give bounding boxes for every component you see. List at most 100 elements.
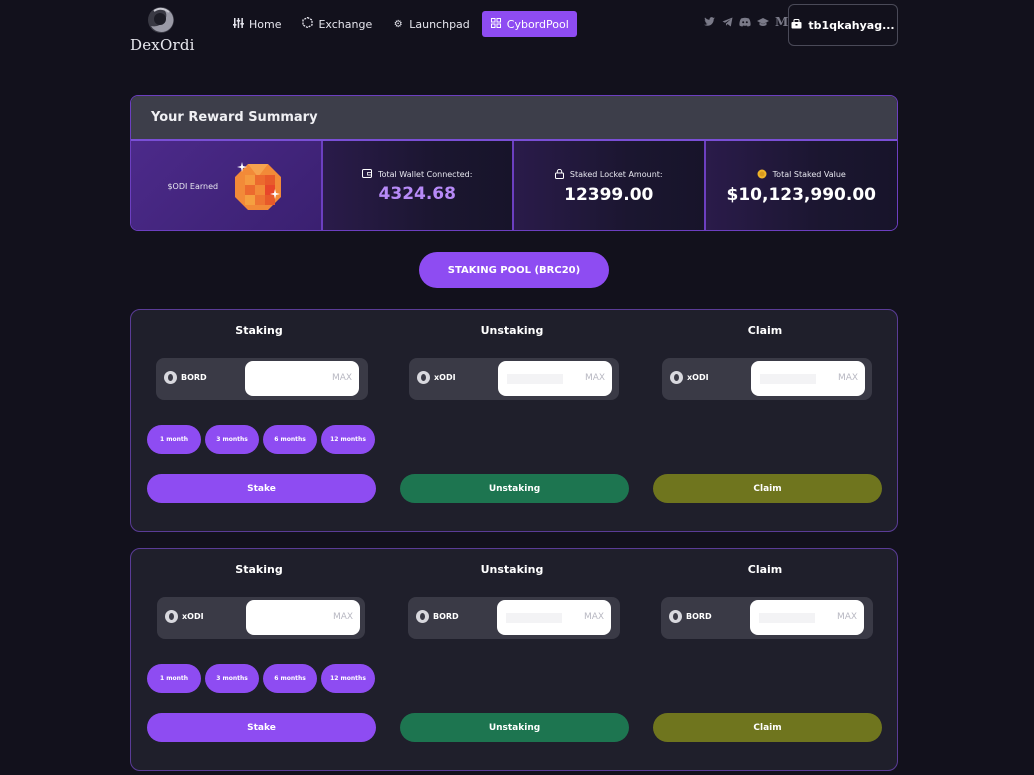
- token-selector[interactable]: BORD: [164, 371, 207, 384]
- claim-column: Claim BORD MAX Claim: [637, 549, 893, 772]
- duration-options: 1 month 3 months 6 months 12 months: [147, 425, 375, 454]
- twitter-icon[interactable]: [703, 17, 715, 30]
- social-links: M: [703, 15, 788, 30]
- staking-column: Staking xODI MAX 1 month 3 months 6 mont…: [131, 549, 387, 772]
- staked-locket-value: 12399.00: [564, 184, 654, 205]
- input-highlight: [760, 374, 816, 384]
- duration-12-months[interactable]: 12 months: [321, 425, 375, 454]
- max-button[interactable]: MAX: [838, 373, 858, 383]
- staked-locket-cell: Staked Locket Amount: 12399.00: [514, 141, 706, 230]
- telegram-icon[interactable]: [721, 17, 733, 30]
- reward-summary: Your Reward Summary $ODI Earned Total Wa…: [130, 95, 898, 231]
- logo[interactable]: DexOrdi: [130, 4, 195, 56]
- duration-6-months[interactable]: 6 months: [263, 664, 317, 693]
- odi-earned-label: $ODI Earned: [167, 182, 219, 191]
- staked-value-row: Total Staked Value: [757, 169, 846, 181]
- token-selector[interactable]: BORD: [416, 610, 459, 623]
- token-name: BORD: [433, 612, 459, 621]
- column-title: Claim: [747, 324, 783, 337]
- token-name: xODI: [687, 373, 709, 382]
- graduation-icon[interactable]: [757, 17, 769, 30]
- duration-1-month[interactable]: 1 month: [147, 664, 201, 693]
- stake-button[interactable]: Stake: [147, 713, 376, 742]
- staked-value-label: Total Staked Value: [772, 170, 846, 179]
- max-button[interactable]: MAX: [837, 612, 857, 622]
- nav-label: Exchange: [318, 17, 373, 31]
- unstaking-column: Unstaking BORD MAX Unstaking: [384, 549, 640, 772]
- unstaking-button[interactable]: Unstaking: [400, 713, 629, 742]
- duration-3-months[interactable]: 3 months: [205, 664, 259, 693]
- unstake-input-box: BORD MAX: [408, 597, 620, 639]
- token-name: xODI: [182, 612, 204, 621]
- nav-launchpad[interactable]: ⚙ Launchpad: [384, 11, 478, 37]
- wallet-connected-cell: Total Wallet Connected: 4324.68: [322, 141, 514, 230]
- column-title: Unstaking: [480, 324, 544, 337]
- stake-input-box: BORD MAX: [156, 358, 368, 400]
- token-icon: [417, 371, 430, 384]
- wallet-address: tb1qkahyag...: [808, 18, 895, 32]
- nav-cybordpool[interactable]: CybordPool: [481, 11, 577, 37]
- unstaking-column: Unstaking xODI MAX Unstaking: [384, 310, 640, 533]
- staking-panel: Staking xODI MAX 1 month 3 months 6 mont…: [130, 548, 898, 771]
- staking-panel: Staking BORD MAX 1 month 3 months 6 mont…: [130, 309, 898, 532]
- token-icon: [670, 371, 683, 384]
- token-selector[interactable]: xODI: [670, 371, 709, 384]
- claim-input-box: BORD MAX: [661, 597, 873, 639]
- claim-column: Claim xODI MAX Claim: [637, 310, 893, 533]
- token-selector[interactable]: xODI: [165, 610, 204, 623]
- logo-text: DexOrdi: [130, 36, 195, 54]
- token-selector[interactable]: xODI: [417, 371, 456, 384]
- duration-3-months[interactable]: 3 months: [205, 425, 259, 454]
- column-title: Staking: [235, 324, 283, 337]
- main-nav: Home Exchange ⚙ Launchpad CybordPool: [224, 11, 577, 37]
- gear-icon: ⚙: [393, 18, 403, 30]
- duration-6-months[interactable]: 6 months: [263, 425, 317, 454]
- nav-label: Home: [249, 17, 282, 31]
- column-title: Claim: [747, 563, 783, 576]
- max-button[interactable]: MAX: [584, 612, 604, 622]
- token-selector[interactable]: BORD: [669, 610, 712, 623]
- wallet-button[interactable]: tb1qkahyag...: [788, 4, 898, 46]
- summary-cells: $ODI Earned Total Wallet Connected: 4324…: [131, 141, 897, 230]
- hexagon-icon: [301, 16, 313, 31]
- staking-pool-button[interactable]: STAKING POOL (BRC20): [419, 252, 609, 288]
- token-icon: [669, 610, 682, 623]
- max-button[interactable]: MAX: [585, 373, 605, 383]
- unstaking-button[interactable]: Unstaking: [400, 474, 629, 503]
- token-name: xODI: [434, 373, 456, 382]
- staked-locket-row: Staked Locket Amount:: [554, 168, 663, 181]
- nav-home[interactable]: Home: [224, 11, 289, 37]
- staking-column: Staking BORD MAX 1 month 3 months 6 mont…: [131, 310, 387, 533]
- duration-12-months[interactable]: 12 months: [321, 664, 375, 693]
- discord-icon[interactable]: [739, 17, 751, 30]
- claim-button[interactable]: Claim: [653, 713, 882, 742]
- column-title: Staking: [235, 563, 283, 576]
- wallet-connected-value: 4324.68: [378, 184, 456, 204]
- logo-icon: [145, 4, 177, 36]
- odi-earned-cell: $ODI Earned: [131, 141, 323, 230]
- stake-button[interactable]: Stake: [147, 474, 376, 503]
- duration-1-month[interactable]: 1 month: [147, 425, 201, 454]
- token-icon: [416, 610, 429, 623]
- wallet-connected-row: Total Wallet Connected:: [362, 169, 472, 180]
- nav-exchange[interactable]: Exchange: [293, 11, 380, 37]
- lock-icon: [554, 168, 564, 181]
- coin-icon: [757, 169, 767, 181]
- nav-label: Launchpad: [409, 17, 470, 31]
- stake-input-box: xODI MAX: [157, 597, 365, 639]
- staked-value-value: $10,123,990.00: [726, 184, 877, 205]
- medium-icon[interactable]: M: [775, 15, 788, 30]
- claim-button[interactable]: Claim: [653, 474, 882, 503]
- max-button[interactable]: MAX: [332, 373, 352, 383]
- token-name: BORD: [686, 612, 712, 621]
- unstake-input-box: xODI MAX: [409, 358, 619, 400]
- column-title: Unstaking: [480, 563, 544, 576]
- staked-value-cell: Total Staked Value $10,123,990.00: [705, 141, 897, 230]
- staked-locket-label: Staked Locket Amount:: [569, 170, 663, 179]
- max-button[interactable]: MAX: [333, 612, 353, 622]
- nav-label: CybordPool: [506, 17, 569, 31]
- token-icon: [164, 371, 177, 384]
- summary-title: Your Reward Summary: [131, 96, 897, 141]
- duration-options: 1 month 3 months 6 months 12 months: [147, 664, 375, 693]
- header: DexOrdi Home Exchange ⚙ Launchpad Cybord…: [0, 0, 1034, 58]
